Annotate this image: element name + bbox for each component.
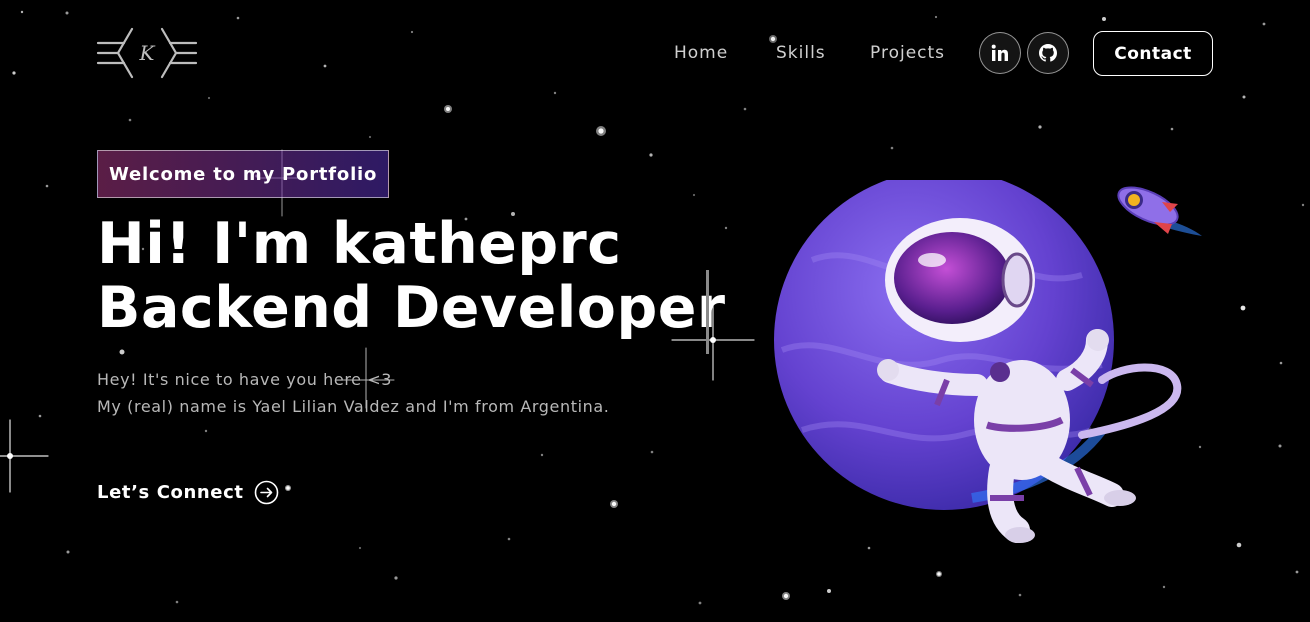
nav-link-projects[interactable]: Projects	[870, 43, 945, 63]
description-line-2: My (real) name is Yael Lilian Valdez and…	[97, 397, 610, 416]
logo[interactable]: K	[96, 26, 198, 80]
headline-line-2: Backend Developer	[97, 275, 726, 341]
github-icon	[1039, 44, 1057, 62]
description-line-1: Hey! It's nice to have you here <3	[97, 370, 393, 389]
portfolio-page: K Home Skills Projects Contact Welcome t…	[0, 0, 1310, 622]
arrow-right-circle-icon	[254, 480, 278, 505]
github-button[interactable]	[1027, 32, 1069, 74]
typing-caret	[706, 270, 709, 354]
nav-link-home[interactable]: Home	[674, 43, 776, 63]
lets-connect-button[interactable]: Let’s Connect	[97, 480, 279, 505]
contact-button[interactable]: Contact	[1093, 31, 1213, 76]
linkedin-button[interactable]	[979, 32, 1021, 74]
hero-description: Hey! It's nice to have you here <3 My (r…	[97, 366, 609, 420]
lets-connect-label: Let’s Connect	[97, 482, 244, 503]
rocket-illustration	[1117, 186, 1202, 236]
hero-headline: Hi! I'm katheprc Backend Developer	[97, 212, 726, 340]
logo-letter: K	[139, 41, 156, 65]
linkedin-icon	[991, 44, 1008, 61]
nav-link-skills[interactable]: Skills	[776, 43, 870, 63]
headline-line-1: Hi! I'm katheprc	[97, 211, 622, 277]
tagline-badge: Welcome to my Portfolio	[97, 150, 390, 198]
main-nav: Home Skills Projects	[674, 43, 945, 63]
